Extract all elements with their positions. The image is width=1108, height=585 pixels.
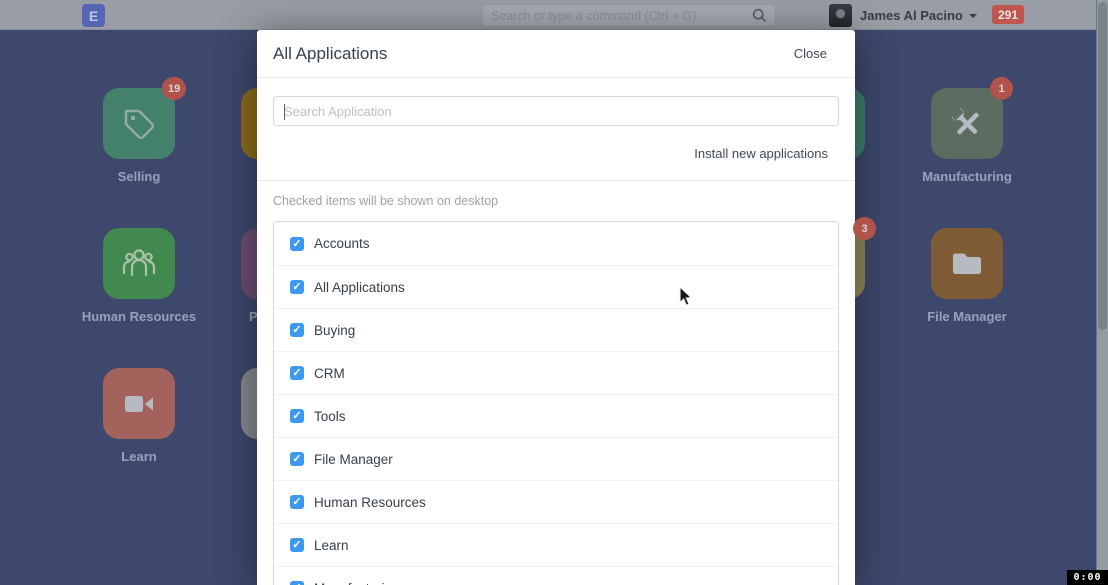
- tile-label-file-manager: File Manager: [891, 309, 1043, 324]
- modal-title: All Applications: [273, 44, 387, 64]
- tile-label-human-resources: Human Resources: [63, 309, 215, 324]
- desktop-tile-file-manager[interactable]: [931, 228, 1003, 299]
- checkbox-checked[interactable]: [290, 366, 304, 380]
- app-row-accounts[interactable]: Accounts: [274, 222, 838, 265]
- mouse-pointer-icon: [679, 286, 694, 308]
- all-applications-modal: All Applications Close Search Applicatio…: [257, 30, 855, 585]
- folder-icon: [946, 243, 988, 285]
- text-caret: [284, 104, 285, 120]
- search-icon: [752, 8, 767, 23]
- wrench-screwdriver-icon: [946, 103, 988, 145]
- checkbox-checked[interactable]: [290, 409, 304, 423]
- app-logo[interactable]: E: [82, 4, 105, 27]
- desktop-tile-selling[interactable]: [103, 88, 175, 159]
- hidden-tile-count-badge: 3: [853, 217, 876, 240]
- app-viewport: 19 Selling Human Resources: [0, 0, 1108, 585]
- user-name: James Al Pacino: [860, 8, 963, 23]
- checkbox-checked[interactable]: [290, 538, 304, 552]
- checkbox-checked[interactable]: [290, 237, 304, 251]
- scrollbar-thumb[interactable]: [1098, 2, 1107, 330]
- navbar-search-input[interactable]: Search or type a command (Ctrl + G): [482, 4, 776, 27]
- navbar: E Search or type a command (Ctrl + G) Ja…: [0, 0, 1108, 30]
- app-row-buying[interactable]: Buying: [274, 308, 838, 351]
- checkbox-checked[interactable]: [290, 495, 304, 509]
- selling-count-badge: 19: [162, 77, 186, 100]
- people-icon: [118, 243, 160, 285]
- checkbox-checked[interactable]: [290, 581, 304, 585]
- chevron-down-icon: [969, 14, 977, 18]
- app-row-learn[interactable]: Learn: [274, 523, 838, 566]
- modal-body: Search Application Install new applicati…: [257, 78, 855, 585]
- checked-items-hint: Checked items will be shown on desktop: [273, 194, 839, 208]
- app-row-manufacturing[interactable]: Manufacturing: [274, 566, 838, 585]
- install-new-applications-link[interactable]: Install new applications: [273, 146, 828, 161]
- navbar-search-placeholder: Search or type a command (Ctrl + G): [491, 9, 752, 23]
- checkbox-checked[interactable]: [290, 280, 304, 294]
- desktop-tile-human-resources[interactable]: [103, 228, 175, 299]
- application-search-placeholder: Search Application: [284, 104, 392, 119]
- application-search-input[interactable]: Search Application: [273, 96, 839, 126]
- checkbox-checked[interactable]: [290, 323, 304, 337]
- tile-label-learn: Learn: [63, 449, 215, 464]
- app-row-tools[interactable]: Tools: [274, 394, 838, 437]
- recording-timer: 0:00: [1067, 570, 1108, 585]
- video-camera-icon: [118, 383, 160, 425]
- close-button[interactable]: Close: [794, 46, 827, 61]
- checkbox-checked[interactable]: [290, 452, 304, 466]
- user-menu[interactable]: James Al Pacino: [829, 0, 977, 30]
- tile-label-manufacturing: Manufacturing: [891, 169, 1043, 184]
- app-row-human-resources[interactable]: Human Resources: [274, 480, 838, 523]
- desktop-tile-manufacturing[interactable]: [931, 88, 1003, 159]
- app-row-file-manager[interactable]: File Manager: [274, 437, 838, 480]
- application-checkbox-list: Accounts All Applications Buying CRM Too…: [273, 221, 839, 585]
- desktop-tile-learn[interactable]: [103, 368, 175, 439]
- tag-icon: [118, 103, 160, 145]
- manufacturing-count-badge: 1: [990, 77, 1013, 100]
- app-row-crm[interactable]: CRM: [274, 351, 838, 394]
- tile-label-selling: Selling: [63, 169, 215, 184]
- notification-badge[interactable]: 291: [992, 5, 1024, 24]
- app-row-all-applications[interactable]: All Applications: [274, 265, 838, 308]
- section-divider: [257, 180, 855, 181]
- modal-header: All Applications Close: [257, 30, 855, 78]
- avatar: [829, 4, 852, 27]
- page-scrollbar[interactable]: [1096, 0, 1108, 585]
